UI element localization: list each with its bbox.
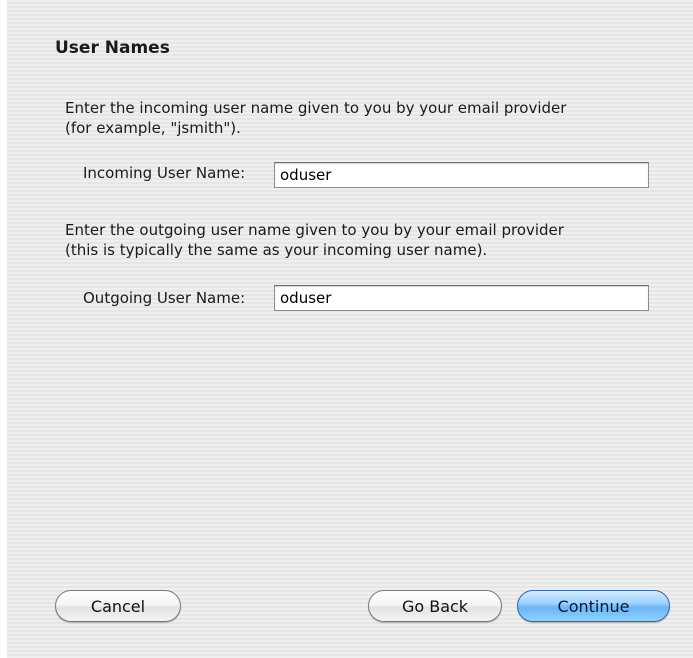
outgoing-user-name-label: Outgoing User Name: <box>83 289 246 307</box>
outgoing-user-name-input[interactable] <box>274 285 649 311</box>
incoming-user-name-input[interactable] <box>274 162 649 188</box>
incoming-user-name-label: Incoming User Name: <box>83 164 246 182</box>
setup-assistant-panel: User Names Enter the incoming user name … <box>7 0 693 658</box>
outgoing-instructions-line-1: Enter the outgoing user name given to yo… <box>65 221 564 239</box>
outgoing-instructions: Enter the outgoing user name given to yo… <box>65 220 665 260</box>
continue-button[interactable]: Continue <box>517 590 670 622</box>
outgoing-instructions-line-2: (this is typically the same as your inco… <box>65 241 488 259</box>
incoming-instructions-line-2: (for example, "jsmith"). <box>65 119 241 137</box>
incoming-instructions: Enter the incoming user name given to yo… <box>65 98 665 138</box>
page-title: User Names <box>55 38 170 58</box>
go-back-button[interactable]: Go Back <box>368 590 502 622</box>
incoming-instructions-line-1: Enter the incoming user name given to yo… <box>65 99 567 117</box>
cancel-button[interactable]: Cancel <box>55 590 181 622</box>
